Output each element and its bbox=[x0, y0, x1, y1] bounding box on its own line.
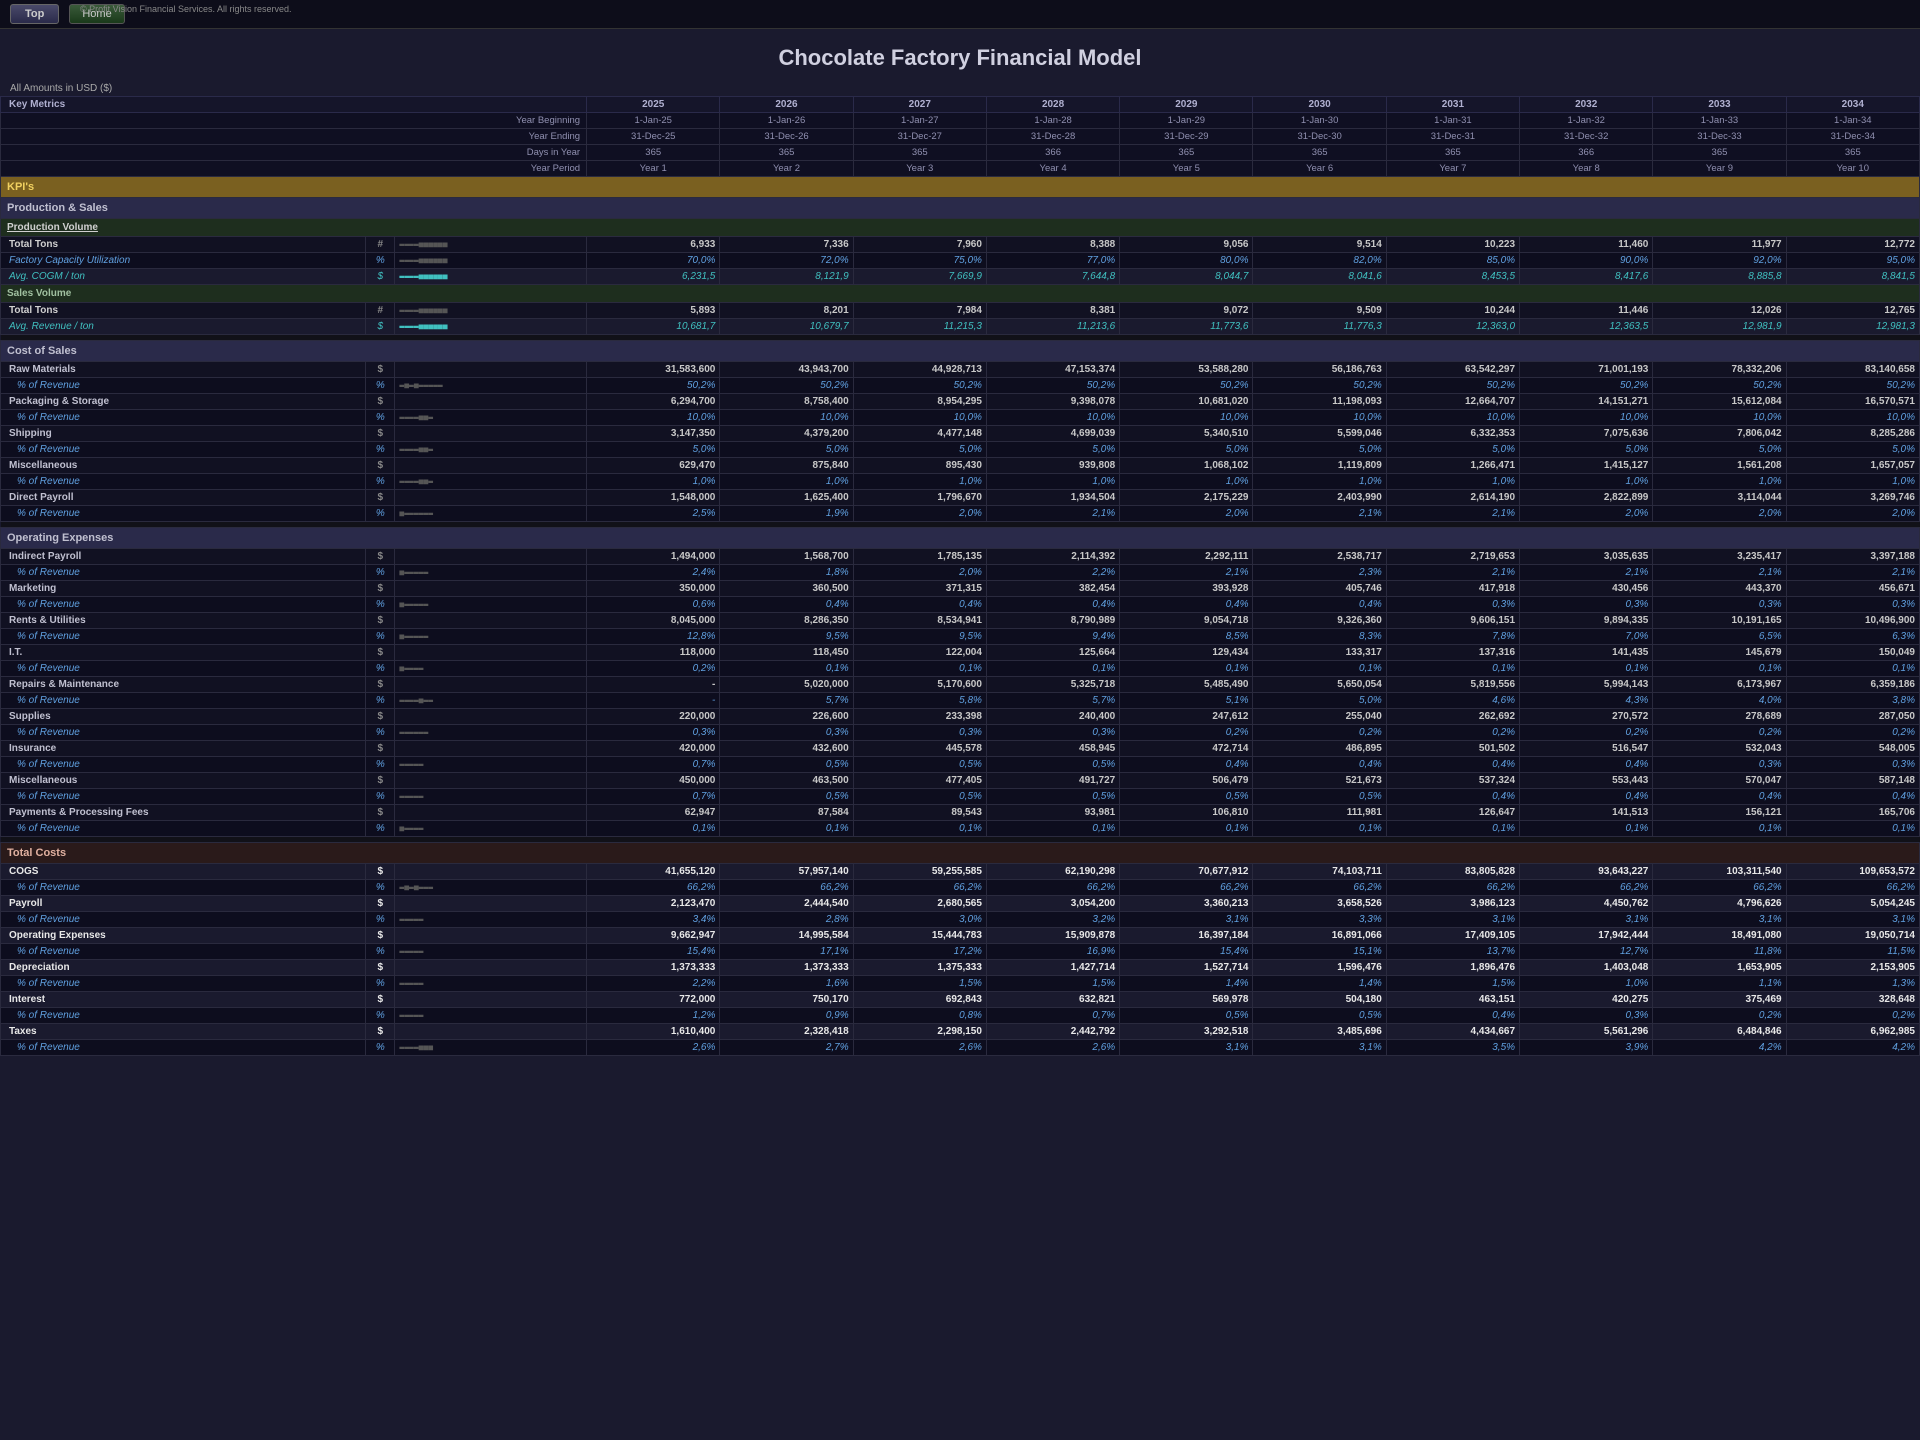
packaging-pct-row: % of Revenue % ▬▬▬▬■■▬ 10,0% 10,0% 10,0%… bbox=[1, 410, 1920, 426]
taxes-pct-row: % of Revenue % ▬▬▬▬■■■ 2,6% 2,7% 2,6% 2,… bbox=[1, 1040, 1920, 1056]
year-2028: 2028 bbox=[986, 97, 1119, 113]
marketing-row: Marketing $ 350,000 360,500 371,315 382,… bbox=[1, 581, 1920, 597]
misc-cos-pct-row: % of Revenue % ▬▬▬▬■■▬ 1,0% 1,0% 1,0% 1,… bbox=[1, 474, 1920, 490]
total-tons-sales-row: Total Tons # ▬▬▬▬■■■■■■ 5,893 8,201 7,98… bbox=[1, 303, 1920, 319]
rents-pct-row: % of Revenue % ■▬▬▬▬▬ 12,8% 9,5% 9,5% 9,… bbox=[1, 629, 1920, 645]
raw-materials-row: Raw Materials $ 31,583,600 43,943,700 44… bbox=[1, 362, 1920, 378]
cost-of-sales-section: Cost of Sales bbox=[1, 341, 1920, 362]
depr-row: Depreciation $ 1,373,333 1,373,333 1,375… bbox=[1, 960, 1920, 976]
kpi-section-row: KPI's bbox=[1, 177, 1920, 198]
payments-row: Payments & Processing Fees $ 62,947 87,5… bbox=[1, 805, 1920, 821]
days-row: Days in Year 365 365 365 366 365 365 365… bbox=[1, 145, 1920, 161]
shipping-pct-row: % of Revenue % ▬▬▬▬■■▬ 5,0% 5,0% 5,0% 5,… bbox=[1, 442, 1920, 458]
year-2029: 2029 bbox=[1120, 97, 1253, 113]
top-bar: Top Home © Profit Vision Financial Servi… bbox=[0, 0, 1920, 29]
shipping-row: Shipping $ 3,147,350 4,379,200 4,477,148… bbox=[1, 426, 1920, 442]
top-button[interactable]: Top bbox=[10, 4, 59, 24]
cogs-pct-row: % of Revenue % ▬■▬■▬▬▬ 66,2% 66,2% 66,2%… bbox=[1, 880, 1920, 896]
taxes-row: Taxes $ 1,610,400 2,328,418 2,298,150 2,… bbox=[1, 1024, 1920, 1040]
factory-util-row: Factory Capacity Utilization % ▬▬▬▬■■■■■… bbox=[1, 253, 1920, 269]
year-2032: 2032 bbox=[1520, 97, 1653, 113]
year-ending-row: Year Ending 31-Dec-25 31-Dec-26 31-Dec-2… bbox=[1, 129, 1920, 145]
avg-rev-row: Avg. Revenue / ton $ ▬▬▬▬■■■■■■ 10,681,7… bbox=[1, 319, 1920, 335]
raw-pct-row: % of Revenue % ▬■▬■▬▬▬▬▬ 50,2% 50,2% 50,… bbox=[1, 378, 1920, 394]
it-pct-row: % of Revenue % ■▬▬▬▬ 0,2% 0,1% 0,1% 0,1%… bbox=[1, 661, 1920, 677]
year-2027: 2027 bbox=[853, 97, 986, 113]
key-metrics-label: Key Metrics bbox=[1, 97, 587, 113]
misc-cos-row: Miscellaneous $ 629,470 875,840 895,430 … bbox=[1, 458, 1920, 474]
insurance-row: Insurance $ 420,000 432,600 445,578 458,… bbox=[1, 741, 1920, 757]
year-beginning-row: Year Beginning 1-Jan-25 1-Jan-26 1-Jan-2… bbox=[1, 113, 1920, 129]
supplies-row: Supplies $ 220,000 226,600 233,398 240,4… bbox=[1, 709, 1920, 725]
year-2034: 2034 bbox=[1786, 97, 1919, 113]
opex-total-row: Operating Expenses $ 9,662,947 14,995,58… bbox=[1, 928, 1920, 944]
interest-row: Interest $ 772,000 750,170 692,843 632,8… bbox=[1, 992, 1920, 1008]
cogs-row: COGS $ 41,655,120 57,957,140 59,255,585 … bbox=[1, 864, 1920, 880]
year-2031: 2031 bbox=[1386, 97, 1519, 113]
year-2030: 2030 bbox=[1253, 97, 1386, 113]
period-row: Year Period Year 1 Year 2 Year 3 Year 4 … bbox=[1, 161, 1920, 177]
opex-section: Operating Expenses bbox=[1, 528, 1920, 549]
it-row: I.T. $ 118,000 118,450 122,004 125,664 1… bbox=[1, 645, 1920, 661]
total-costs-section: Total Costs bbox=[1, 843, 1920, 864]
year-header: Key Metrics 2025 2026 2027 2028 2029 203… bbox=[1, 97, 1920, 113]
rents-row: Rents & Utilities $ 8,045,000 8,286,350 … bbox=[1, 613, 1920, 629]
sales-volume-subheader: Sales Volume bbox=[1, 285, 1920, 303]
production-sales-row: Production & Sales bbox=[1, 198, 1920, 219]
marketing-pct-row: % of Revenue % ■▬▬▬▬▬ 0,6% 0,4% 0,4% 0,4… bbox=[1, 597, 1920, 613]
misc-opex-row: Miscellaneous $ 450,000 463,500 477,405 … bbox=[1, 773, 1920, 789]
misc-opex-pct-row: % of Revenue % ▬▬▬▬▬ 0,7% 0,5% 0,5% 0,5%… bbox=[1, 789, 1920, 805]
indirect-payroll-row: Indirect Payroll $ 1,494,000 1,568,700 1… bbox=[1, 549, 1920, 565]
payments-pct-row: % of Revenue % ■▬▬▬▬ 0,1% 0,1% 0,1% 0,1%… bbox=[1, 821, 1920, 837]
payroll-pct-row: % of Revenue % ▬▬▬▬▬ 3,4% 2,8% 3,0% 3,2%… bbox=[1, 912, 1920, 928]
total-tons-prod-row: Total Tons # ▬▬▬▬■■■■■■ 6,933 7,336 7,96… bbox=[1, 237, 1920, 253]
packaging-row: Packaging & Storage $ 6,294,700 8,758,40… bbox=[1, 394, 1920, 410]
payroll-row: Payroll $ 2,123,470 2,444,540 2,680,565 … bbox=[1, 896, 1920, 912]
production-volume-row: Production Volume bbox=[1, 219, 1920, 237]
main-title: Chocolate Factory Financial Model bbox=[0, 29, 1920, 81]
repairs-pct-row: % of Revenue % ▬▬▬▬■▬▬ - 5,7% 5,8% 5,7% … bbox=[1, 693, 1920, 709]
direct-payroll-pct-row: % of Revenue % ■▬▬▬▬▬▬ 2,5% 1,9% 2,0% 2,… bbox=[1, 506, 1920, 522]
indirect-pct-row: % of Revenue % ■▬▬▬▬▬ 2,4% 1,8% 2,0% 2,2… bbox=[1, 565, 1920, 581]
direct-payroll-row: Direct Payroll $ 1,548,000 1,625,400 1,7… bbox=[1, 490, 1920, 506]
supplies-pct-row: % of Revenue % ▬▬▬▬▬▬ 0,3% 0,3% 0,3% 0,3… bbox=[1, 725, 1920, 741]
currency-note: All Amounts in USD ($) bbox=[0, 81, 1920, 96]
logo-text: © Profit Vision Financial Services. All … bbox=[80, 4, 292, 14]
year-2033: 2033 bbox=[1653, 97, 1786, 113]
depr-pct-row: % of Revenue % ▬▬▬▬▬ 2,2% 1,6% 1,5% 1,5%… bbox=[1, 976, 1920, 992]
opex-pct-row: % of Revenue % ▬▬▬▬▬ 15,4% 17,1% 17,2% 1… bbox=[1, 944, 1920, 960]
interest-pct-row: % of Revenue % ▬▬▬▬▬ 1,2% 0,9% 0,8% 0,7%… bbox=[1, 1008, 1920, 1024]
year-2025: 2025 bbox=[587, 97, 720, 113]
repairs-row: Repairs & Maintenance $ - 5,020,000 5,17… bbox=[1, 677, 1920, 693]
avg-cogm-row: Avg. COGM / ton $ ▬▬▬▬■■■■■■ 6,231,5 8,1… bbox=[1, 269, 1920, 285]
year-2026: 2026 bbox=[720, 97, 853, 113]
insurance-pct-row: % of Revenue % ▬▬▬▬▬ 0,7% 0,5% 0,5% 0,5%… bbox=[1, 757, 1920, 773]
